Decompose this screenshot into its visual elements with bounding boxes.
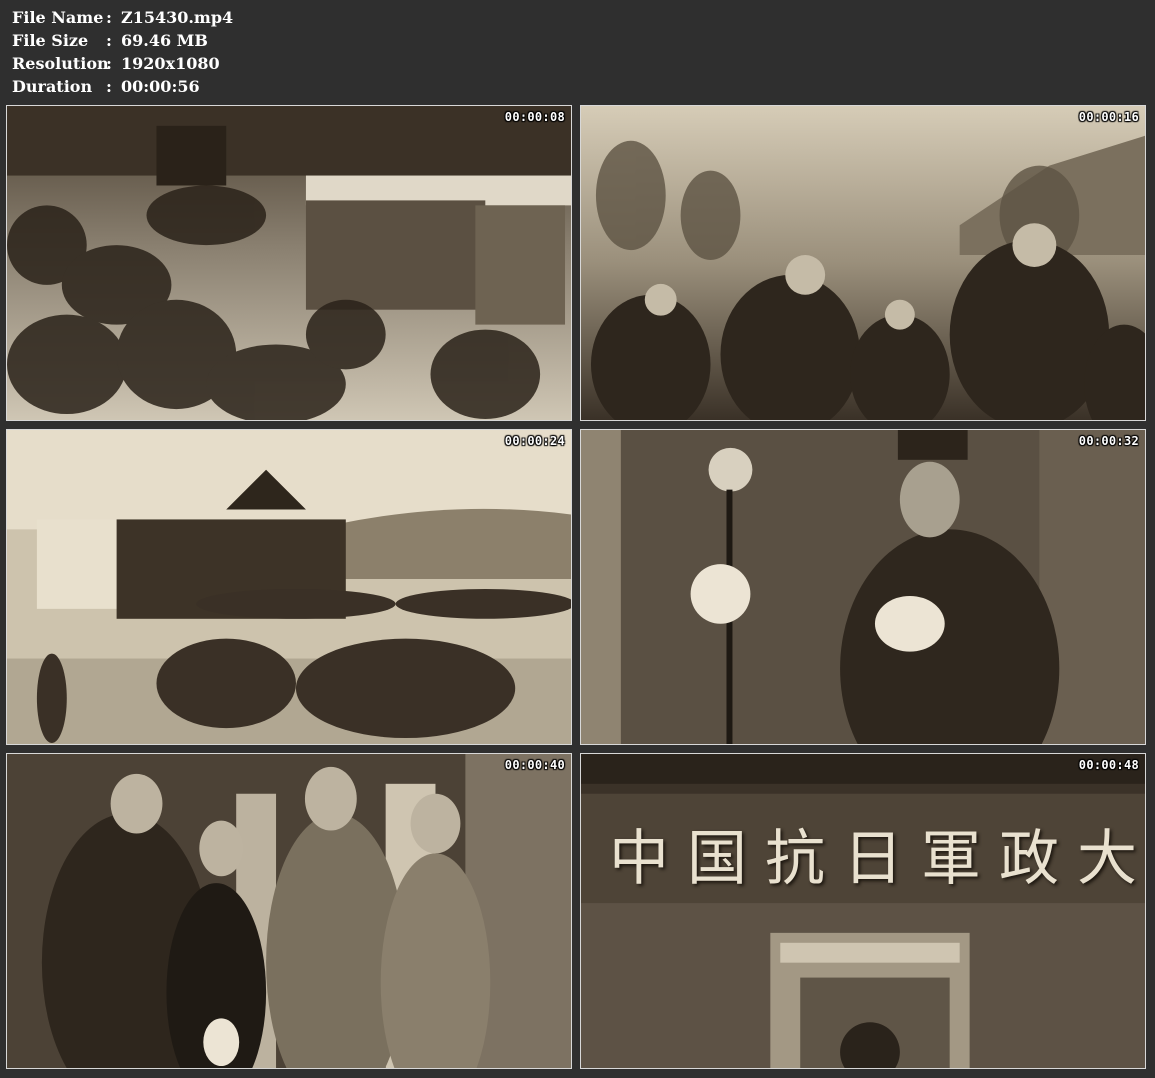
duration-label: Duration: [12, 77, 93, 96]
resolution-value: 1920x1080: [121, 54, 220, 73]
scene-troops-parade-image: [7, 430, 571, 744]
resolution-label: Resolution: [12, 54, 109, 73]
timestamp-label: 00:00:16: [1078, 110, 1139, 124]
duration-row: Duration : 00:00:56: [12, 75, 233, 98]
separator: :: [106, 8, 112, 27]
separator: :: [106, 77, 112, 96]
scene-officers-standing-image: [7, 754, 571, 1068]
resolution-row: Resolution : 1920x1080: [12, 52, 233, 75]
scene-soldiers-crouching-image: [7, 106, 571, 420]
file-name-value: Z15430.mp4: [121, 8, 234, 27]
thumbnail-6[interactable]: 中国抗日軍政大 00:00:48: [580, 753, 1146, 1069]
separator: :: [106, 54, 112, 73]
thumbnail-4[interactable]: 00:00:32: [580, 429, 1146, 745]
timestamp-label: 00:00:40: [504, 758, 565, 772]
file-name-row: File Name : Z15430.mp4: [12, 6, 233, 29]
thumbnail-1[interactable]: 00:00:08: [6, 105, 572, 421]
timestamp-label: 00:00:48: [1078, 758, 1139, 772]
thumbnail-3[interactable]: 00:00:24: [6, 429, 572, 745]
file-name-label: File Name: [12, 8, 104, 27]
separator: :: [106, 31, 112, 50]
file-size-label: File Size: [12, 31, 89, 50]
scene-officer-microphone-image: [581, 430, 1145, 744]
thumbnail-grid: 00:00:08 00:00:16 00:00:24 00:00:32 00:0…: [6, 105, 1149, 1073]
thumbnail-2[interactable]: 00:00:16: [580, 105, 1146, 421]
file-size-row: File Size : 69.46 MB: [12, 29, 233, 52]
scene-gate-banner-image: [581, 754, 1145, 1068]
gate-banner-text: 中国抗日軍政大: [609, 824, 1146, 894]
timestamp-label: 00:00:24: [504, 434, 565, 448]
thumbnail-5[interactable]: 00:00:40: [6, 753, 572, 1069]
file-size-value: 69.46 MB: [121, 31, 208, 50]
file-info-panel: File Name : Z15430.mp4 File Size : 69.46…: [12, 6, 233, 98]
timestamp-label: 00:00:32: [1078, 434, 1139, 448]
scene-soldiers-marching-image: [581, 106, 1145, 420]
duration-value: 00:00:56: [121, 77, 200, 96]
timestamp-label: 00:00:08: [504, 110, 565, 124]
